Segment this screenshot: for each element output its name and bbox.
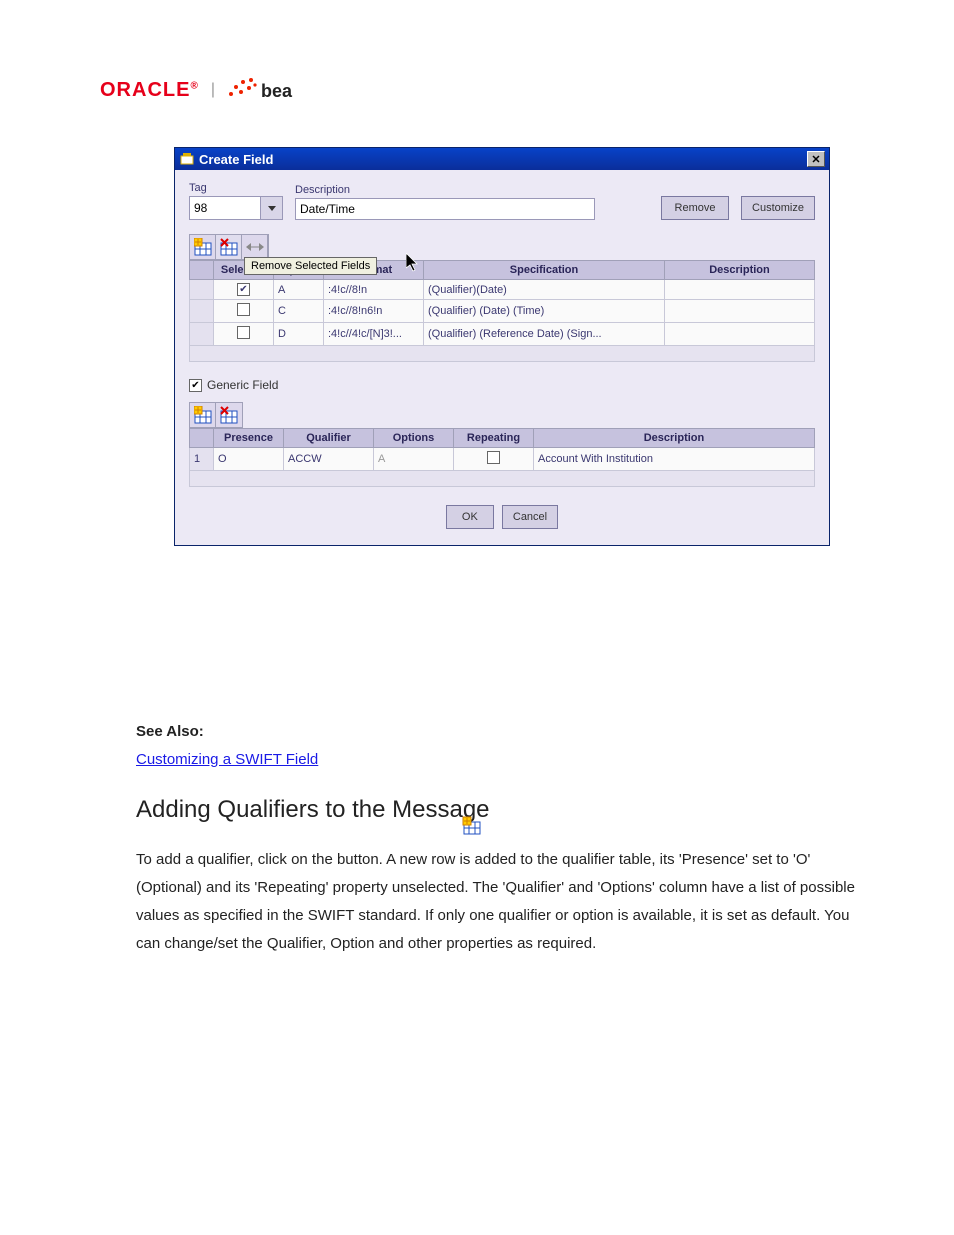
remove-field-icon[interactable] bbox=[216, 235, 242, 259]
see-also-label: See Also: bbox=[136, 723, 204, 740]
inline-add-icon bbox=[462, 816, 482, 836]
col-presence: Presence bbox=[214, 429, 284, 448]
add-field-icon[interactable] bbox=[190, 235, 216, 259]
expand-icon[interactable] bbox=[242, 235, 268, 259]
generic-field-label: Generic Field bbox=[207, 378, 278, 392]
doc-paragraph: To add a qualifier, click on the button.… bbox=[136, 846, 856, 957]
col-repeating: Repeating bbox=[454, 429, 534, 448]
logo-bar: ORACLE® | bea bbox=[100, 78, 292, 102]
col-qualifier: Qualifier bbox=[284, 429, 374, 448]
doc-see-also: See Also: Customizing a SWIFT Field bbox=[136, 718, 836, 774]
oracle-logo: ORACLE® bbox=[100, 79, 199, 102]
cancel-button[interactable]: Cancel bbox=[502, 505, 558, 529]
create-field-dialog: Create Field ✕ Tag Description Remove Cu… bbox=[174, 147, 830, 546]
options-toolbar: Remove Selected Fields bbox=[189, 234, 269, 260]
table2-footer bbox=[189, 471, 815, 487]
close-button[interactable]: ✕ bbox=[807, 151, 825, 167]
qualifier-toolbar bbox=[189, 402, 243, 428]
titlebar-title: Create Field bbox=[199, 152, 807, 167]
bea-logo: bea bbox=[227, 78, 292, 102]
qualifier-table: Presence Qualifier Options Repeating Des… bbox=[189, 428, 815, 471]
titlebar: Create Field ✕ bbox=[175, 148, 829, 170]
customize-button[interactable]: Customize bbox=[741, 196, 815, 220]
description-field-group: Description bbox=[295, 184, 595, 220]
table1-footer bbox=[189, 346, 815, 362]
generic-field-row: ✔ Generic Field bbox=[189, 378, 815, 392]
mouse-cursor-icon bbox=[406, 253, 420, 273]
remove-button[interactable]: Remove bbox=[661, 196, 729, 220]
bea-dots-icon bbox=[227, 78, 257, 102]
table-row[interactable]: ✔ A :4!c//8!n (Qualifier)(Date) bbox=[190, 280, 815, 300]
tag-label: Tag bbox=[189, 182, 283, 194]
section-heading: Adding Qualifiers to the Message bbox=[136, 788, 856, 832]
row-checkbox[interactable] bbox=[237, 303, 250, 316]
bea-text: bea bbox=[261, 81, 292, 102]
table-row[interactable]: 1 O ACCW A Account With Institution bbox=[190, 448, 815, 471]
tag-input[interactable] bbox=[190, 197, 260, 219]
repeating-checkbox[interactable] bbox=[487, 451, 500, 464]
description-input[interactable] bbox=[295, 198, 595, 220]
tag-field-group: Tag bbox=[189, 182, 283, 220]
description-label: Description bbox=[295, 184, 595, 196]
dialog-button-row: OK Cancel bbox=[189, 505, 815, 529]
dialog-body: Tag Description Remove Customize bbox=[175, 170, 829, 545]
see-also-link[interactable]: Customizing a SWIFT Field bbox=[136, 751, 318, 768]
col-description: Description bbox=[665, 261, 815, 280]
col-options: Options bbox=[374, 429, 454, 448]
table-row[interactable]: C :4!c//8!n6!n (Qualifier) (Date) (Time) bbox=[190, 300, 815, 323]
remove-tooltip: Remove Selected Fields bbox=[244, 257, 377, 275]
tag-dropdown-button[interactable] bbox=[260, 197, 282, 219]
remove-qualifier-icon[interactable] bbox=[216, 403, 242, 427]
logo-separator: | bbox=[211, 81, 215, 99]
generic-field-checkbox[interactable]: ✔ bbox=[189, 379, 202, 392]
row-checkbox[interactable]: ✔ bbox=[237, 283, 250, 296]
col-q-description: Description bbox=[534, 429, 815, 448]
titlebar-icon bbox=[179, 151, 195, 167]
row-checkbox[interactable] bbox=[237, 326, 250, 339]
doc-section: Adding Qualifiers to the Message To add … bbox=[136, 788, 856, 957]
col-specification: Specification bbox=[424, 261, 665, 280]
add-qualifier-icon[interactable] bbox=[190, 403, 216, 427]
ok-button[interactable]: OK bbox=[446, 505, 494, 529]
top-field-row: Tag Description Remove Customize bbox=[189, 182, 815, 220]
tag-input-wrap bbox=[189, 196, 283, 220]
table-row[interactable]: D :4!c//4!c/[N]3!... (Qualifier) (Refere… bbox=[190, 323, 815, 346]
